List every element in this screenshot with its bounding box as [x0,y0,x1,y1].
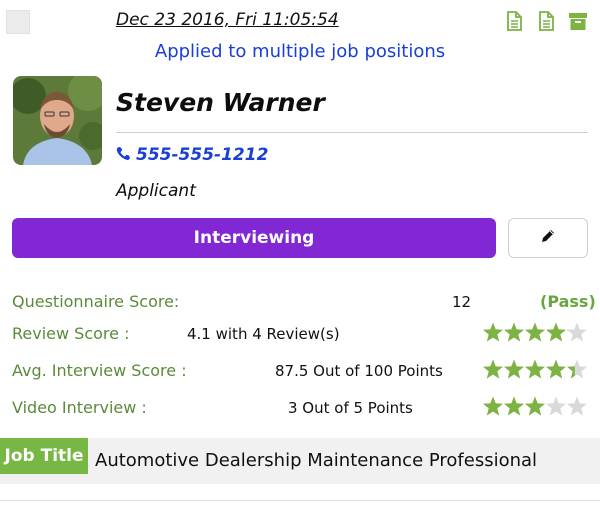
star-filled-icon [504,396,524,416]
star-empty-icon [546,396,566,416]
star-filled-icon [483,359,503,379]
applied-note: Applied to multiple job positions [154,41,446,62]
score-value: 3 Out of 5 Points [288,399,413,417]
job-title-value: Automotive Dealership Maintenance Profes… [95,450,538,471]
star-filled-icon [546,322,566,342]
star-filled-icon [504,359,524,379]
star-empty-icon [567,322,587,342]
phone-number: 555-555-1212 [136,145,269,165]
pass-badge: (Pass) [540,292,596,311]
status-button[interactable]: Interviewing [12,218,496,258]
pencil-icon [540,228,556,248]
document-icon[interactable] [536,11,556,31]
job-title-tag: Job Title [0,438,88,474]
record-actions [504,11,588,31]
score-label: Questionnaire Score: [12,292,180,311]
document-icon[interactable] [504,11,524,31]
star-rating [483,359,587,379]
phone-icon [116,145,130,165]
phone-link[interactable]: 555-555-1212 [116,145,268,165]
score-value: 4.1 with 4 Review(s) [187,325,340,343]
name-divider [116,132,588,133]
candidate-role: Applicant [116,181,196,201]
star-filled-icon [525,359,545,379]
candidate-avatar [13,76,102,165]
edit-button[interactable] [508,218,588,258]
questionnaire-score-row: Questionnaire Score: 12 (Pass) [0,290,600,316]
interview-score-row: Avg. Interview Score : 87.5 Out of 100 P… [0,359,600,385]
star-empty-icon [567,396,587,416]
score-label: Avg. Interview Score : [12,361,187,380]
star-filled-icon [525,322,545,342]
star-filled-icon [546,359,566,379]
review-score-row: Review Score : 4.1 with 4 Review(s) [0,322,600,348]
star-filled-icon [504,322,524,342]
candidate-name: Steven Warner [116,88,325,117]
star-rating [483,322,587,342]
star-rating [483,396,587,416]
star-filled-icon [483,322,503,342]
score-value: 12 [452,293,472,311]
select-checkbox[interactable] [6,10,30,34]
star-filled-icon [483,396,503,416]
bottom-divider [0,500,600,501]
score-label: Review Score : [12,324,130,343]
application-datetime: Dec 23 2016, Fri 11:05:54 [116,10,339,30]
star-filled-icon [525,396,545,416]
archive-icon[interactable] [568,11,588,31]
video-interview-row: Video Interview : 3 Out of 5 Points [0,396,600,422]
score-label: Video Interview : [12,398,147,417]
score-value: 87.5 Out of 100 Points [275,362,443,380]
